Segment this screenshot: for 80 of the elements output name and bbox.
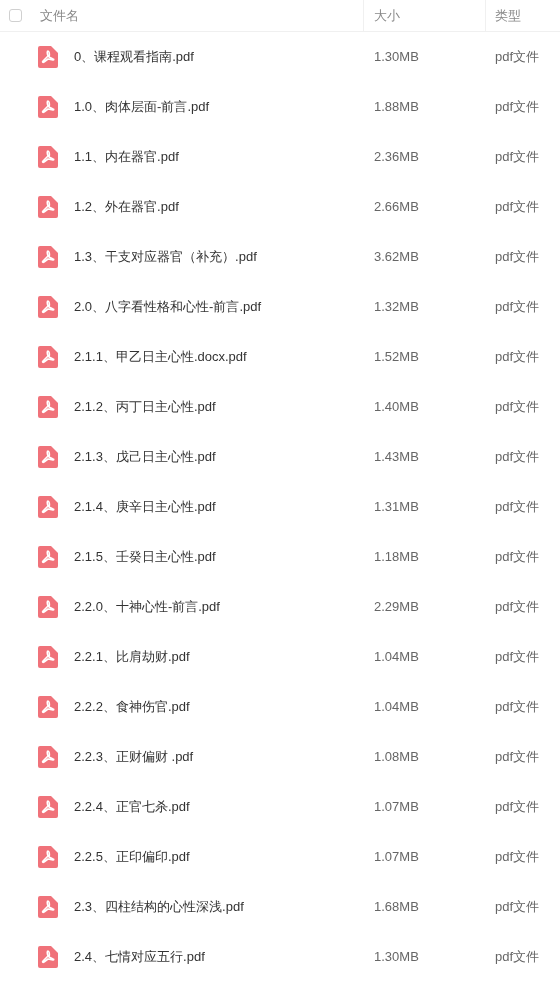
- pdf-file-icon: [38, 546, 58, 568]
- file-size: 1.08MB: [373, 748, 420, 767]
- file-name[interactable]: 0、课程观看指南.pdf: [58, 47, 364, 67]
- pdf-file-icon: [38, 746, 58, 768]
- file-size: 1.43MB: [373, 448, 420, 467]
- pdf-file-icon: [38, 696, 58, 718]
- file-size: 2.36MB: [373, 148, 420, 167]
- select-all-checkbox[interactable]: [8, 9, 22, 22]
- file-size: 1.04MB: [373, 648, 420, 667]
- pdf-file-icon: [38, 646, 58, 668]
- pdf-file-icon: [38, 46, 58, 68]
- file-type: pdf文件: [494, 748, 541, 767]
- file-type: pdf文件: [494, 698, 541, 717]
- file-name[interactable]: 2.1.3、戊己日主心性.pdf: [58, 447, 364, 467]
- pdf-file-icon: [38, 846, 58, 868]
- file-name[interactable]: 1.0、肉体层面-前言.pdf: [58, 97, 364, 117]
- file-name[interactable]: 2.2.5、正印偏印.pdf: [58, 847, 364, 867]
- file-name[interactable]: 2.2.1、比肩劫财.pdf: [58, 647, 364, 667]
- file-size: 1.18MB: [373, 548, 420, 567]
- file-type: pdf文件: [494, 598, 541, 617]
- file-type: pdf文件: [494, 898, 541, 917]
- pdf-file-icon: [38, 196, 58, 218]
- file-size: 1.04MB: [373, 698, 420, 717]
- file-type: pdf文件: [494, 448, 541, 467]
- column-header[interactable]: 大小: [374, 5, 400, 26]
- file-name[interactable]: 2.2.4、正官七杀.pdf: [58, 797, 364, 817]
- file-type: pdf文件: [494, 348, 541, 367]
- file-name[interactable]: 2.2.0、十神心性-前言.pdf: [58, 597, 364, 617]
- file-size: 1.68MB: [373, 898, 420, 917]
- file-size: 1.88MB: [373, 98, 420, 117]
- file-name[interactable]: 2.4、七情对应五行.pdf: [58, 947, 364, 967]
- file-type: pdf文件: [494, 198, 541, 217]
- file-type: pdf文件: [494, 848, 541, 867]
- file-name[interactable]: 1.1、内在器官.pdf: [58, 147, 364, 167]
- file-size: 1.30MB: [373, 948, 420, 967]
- file-size: 1.07MB: [373, 848, 420, 867]
- file-size: 1.40MB: [373, 398, 420, 417]
- pdf-file-icon: [38, 96, 58, 118]
- file-type: pdf文件: [494, 398, 541, 417]
- file-size: 2.66MB: [373, 198, 420, 217]
- file-type: pdf文件: [494, 948, 541, 967]
- pdf-file-icon: [38, 396, 58, 418]
- file-name[interactable]: 2.1.1、甲乙日主心性.docx.pdf: [58, 347, 364, 367]
- file-size: 1.52MB: [373, 348, 420, 367]
- pdf-file-icon: [38, 896, 58, 918]
- file-type: pdf文件: [494, 98, 541, 117]
- file-size: 2.29MB: [373, 598, 420, 617]
- file-size: 3.62MB: [373, 248, 420, 267]
- file-type: pdf文件: [494, 48, 541, 67]
- file-name[interactable]: 2.3、四柱结构的心性深浅.pdf: [58, 897, 364, 917]
- file-name[interactable]: 2.1.5、壬癸日主心性.pdf: [58, 547, 364, 567]
- pdf-file-icon: [38, 146, 58, 168]
- file-type: pdf文件: [494, 548, 541, 567]
- column-header[interactable]: 文件名: [40, 5, 79, 26]
- pdf-file-icon: [38, 946, 58, 968]
- pdf-file-icon: [38, 296, 58, 318]
- file-type: pdf文件: [494, 148, 541, 167]
- file-type: pdf文件: [494, 798, 541, 817]
- file-type: pdf文件: [494, 248, 541, 267]
- pdf-file-icon: [38, 596, 58, 618]
- file-name[interactable]: 2.2.3、正财偏财 .pdf: [58, 747, 364, 767]
- pdf-file-icon: [38, 246, 58, 268]
- file-name[interactable]: 2.2.2、食神伤官.pdf: [58, 697, 364, 717]
- pdf-file-icon: [38, 496, 58, 518]
- file-name[interactable]: 2.1.2、丙丁日主心性.pdf: [58, 397, 364, 417]
- pdf-file-icon: [38, 796, 58, 818]
- file-name[interactable]: 2.0、八字看性格和心性-前言.pdf: [58, 297, 364, 317]
- pdf-file-icon: [38, 346, 58, 368]
- file-type: pdf文件: [494, 298, 541, 317]
- file-type: pdf文件: [494, 498, 541, 517]
- file-size: 1.31MB: [373, 498, 420, 517]
- file-name[interactable]: 1.2、外在器官.pdf: [58, 197, 364, 217]
- pdf-file-icon: [38, 446, 58, 468]
- file-size: 1.07MB: [373, 798, 420, 817]
- file-type: pdf文件: [494, 648, 541, 667]
- column-header[interactable]: 类型: [495, 5, 521, 26]
- file-size: 1.30MB: [373, 48, 420, 67]
- file-name[interactable]: 1.3、干支对应器官（补充）.pdf: [58, 247, 364, 267]
- file-name[interactable]: 2.1.4、庚辛日主心性.pdf: [58, 497, 364, 517]
- file-size: 1.32MB: [373, 298, 420, 317]
